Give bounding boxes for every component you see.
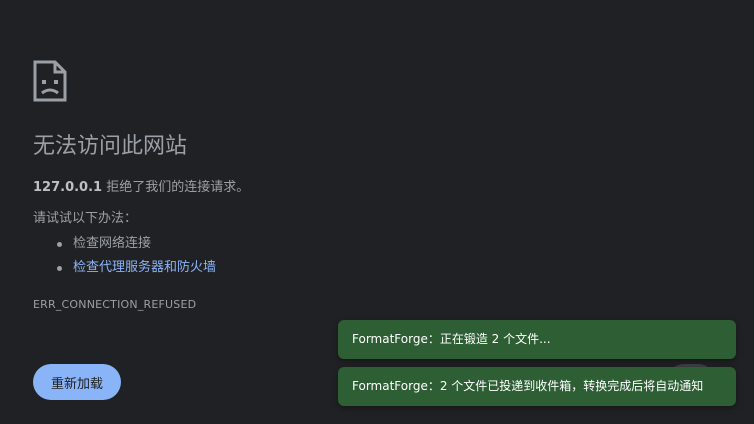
error-host: 127.0.0.1	[33, 180, 103, 195]
toast-notification: FormatForge：正在锻造 2 个文件...	[338, 320, 736, 359]
reload-button[interactable]: 重新加载	[33, 364, 121, 400]
error-code: ERR_CONNECTION_REFUSED	[33, 298, 197, 311]
error-summary: 127.0.0.1 拒绝了我们的连接请求。	[33, 178, 249, 198]
page-title: 无法访问此网站	[33, 134, 188, 159]
toast-notification: FormatForge：2 个文件已投递到收件箱，转换完成后将自动通知	[338, 367, 736, 406]
suggestions-heading: 请试试以下办法：	[33, 211, 138, 226]
error-page: 无法访问此网站 127.0.0.1 拒绝了我们的连接请求。 请试试以下办法： 检…	[0, 0, 754, 424]
sad-page-icon	[33, 60, 67, 102]
suggestions-list: 检查网络连接 检查代理服务器和防火墙	[33, 232, 216, 280]
suggestion-check-proxy-firewall-link[interactable]: 检查代理服务器和防火墙	[33, 256, 216, 280]
suggestion-check-connection: 检查网络连接	[33, 232, 216, 256]
error-summary-text: 拒绝了我们的连接请求。	[102, 180, 250, 195]
